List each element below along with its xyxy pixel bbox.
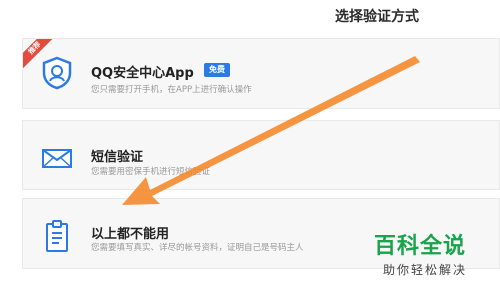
option-description: 您只需要打开手机，在APP上进行确认操作 — [91, 85, 252, 95]
verify-option-sms[interactable]: 短信验证 您需要用密保手机进行短信验证 — [22, 120, 500, 190]
option-title: 以上都不能用 — [91, 227, 170, 242]
watermark-subtitle: 助你轻松解决 — [383, 263, 468, 277]
envelope-icon — [41, 141, 73, 175]
free-badge: 免费 — [204, 63, 230, 77]
qq-security-shield-icon — [41, 56, 73, 90]
watermark-title: 百科全说 — [374, 234, 467, 259]
page-title: 选择验证方式 — [335, 9, 419, 25]
option-description: 您需要用密保手机进行短信验证 — [91, 167, 211, 177]
option-description: 您需要填写真实、详尽的帐号资料，证明自己是号码主人 — [91, 243, 304, 253]
clipboard-icon — [41, 219, 73, 253]
option-title: 短信验证 — [91, 150, 144, 165]
option-title: QQ安全中心App — [91, 66, 194, 81]
verify-option-qq-app[interactable]: 推荐 QQ安全中心App 免费 您只需要打开手机，在APP上进行确认操作 — [22, 38, 500, 109]
